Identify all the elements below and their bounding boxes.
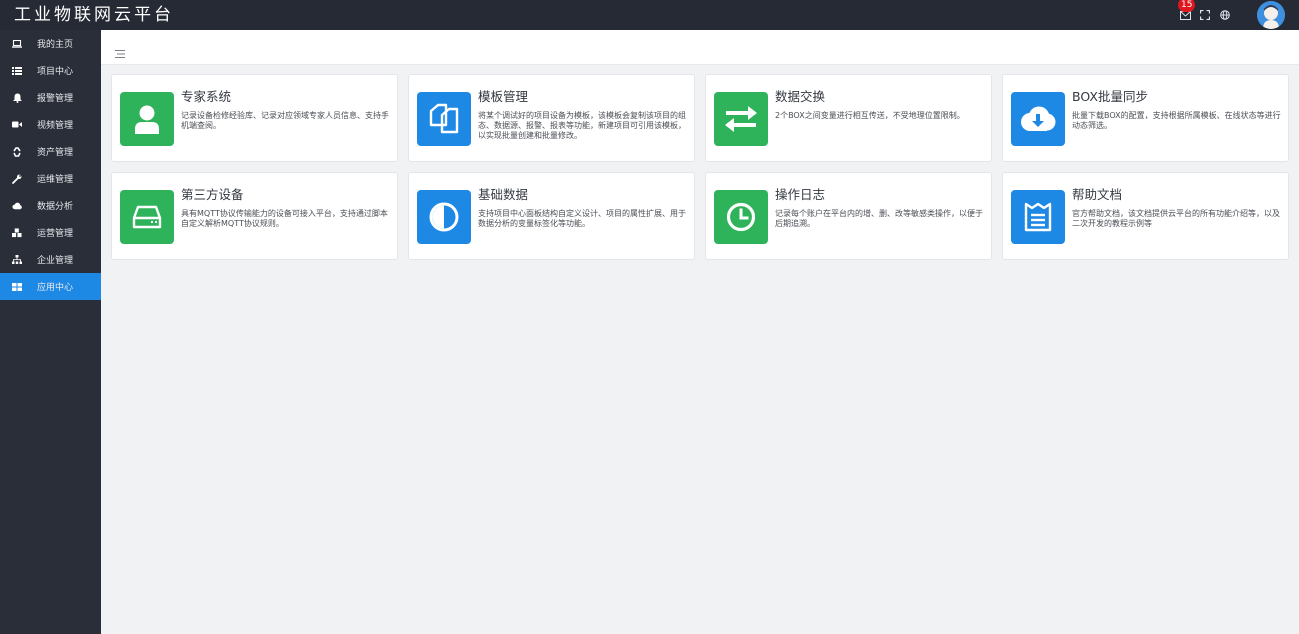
sidebar-item-app-center[interactable]: 应用中心 [0,273,101,300]
exchange-icon [714,92,768,146]
globe-icon[interactable] [1217,7,1233,23]
sidebar-item-video[interactable]: 视频管理 [0,111,101,138]
app-description: 记录每个账户在平台内的增、删、改等敏感类操作，以便于后期追溯。 [775,209,983,228]
app-title: 帮助文档 [1072,187,1123,202]
app-card-help-docs[interactable]: 帮助文档 官方帮助文档，该文档提供云平台的所有功能介绍等，以及二次开发的教程示例… [1002,172,1289,260]
fullscreen-icon[interactable] [1197,7,1213,23]
app-card-expert-system[interactable]: 专家系统 记录设备检修经验库、记录对应领域专家人员信息、支持手机端查阅。 [111,74,398,162]
app-title: BOX批量同步 [1072,89,1148,104]
cloud-download-icon [1011,92,1065,146]
copy-icon [417,92,471,146]
app-card-third-party-device[interactable]: 第三方设备 具有MQTT协议传输能力的设备可接入平台，支持通过脚本自定义解析MQ… [111,172,398,260]
sidebar-item-analytics[interactable]: 数据分析 [0,192,101,219]
content-toolbar [101,30,1299,65]
sidebar-item-alarms[interactable]: 报警管理 [0,84,101,111]
header-actions: 15 [1173,0,1285,30]
menu-toggle-icon[interactable] [115,43,125,58]
user-icon [120,92,174,146]
video-camera-icon [12,120,22,130]
sidebar-item-home[interactable]: 我的主页 [0,30,101,57]
list-icon [12,66,22,76]
app-card-base-data[interactable]: 基础数据 支持项目中心面板结构自定义设计、项目的属性扩展、用于数据分析的变量标签… [408,172,695,260]
app-title: 操作日志 [775,187,826,202]
app-title: 基础数据 [478,187,529,202]
app-card-template-management[interactable]: 模板管理 将某个调试好的项目设备为模板，该模板会复制该项目的组态、数据源、报警、… [408,74,695,162]
sitemap-icon [12,255,22,265]
sidebar-item-label: 运营管理 [37,229,74,239]
app-description: 记录设备检修经验库、记录对应领域专家人员信息、支持手机端查阅。 [181,111,389,130]
sidebar: 我的主页 项目中心 报警管理 视频管理 资产管理 运维管理 数据分析 运营管理 … [0,30,101,634]
app-title: 专家系统 [181,89,232,104]
newspaper-icon [1011,190,1065,244]
sidebar-item-label: 视频管理 [37,121,74,131]
sidebar-item-label: 应用中心 [37,283,74,293]
app-card-data-exchange[interactable]: 数据交换 2个BOX之间变量进行相互传送，不受地理位置限制。 [705,74,992,162]
app-description: 将某个调试好的项目设备为模板，该模板会复制该项目的组态、数据源、报警、报表等功能… [478,111,686,140]
app-title: 工业物联网云平台 [14,5,174,25]
app-description: 批量下载BOX的配置，支持根据所属模板、在线状态等进行动态筛选。 [1072,111,1281,130]
top-navbar: 工业物联网云平台 15 [0,0,1299,30]
app-card-operation-log[interactable]: 操作日志 记录每个账户在平台内的增、删、改等敏感类操作，以便于后期追溯。 [705,172,992,260]
mail-icon[interactable]: 15 [1177,0,1196,23]
app-description: 具有MQTT协议传输能力的设备可接入平台，支持通过脚本自定义解析MQTT协议规则… [181,209,388,228]
sidebar-item-label: 资产管理 [37,148,74,158]
app-description: 2个BOX之间变量进行相互传送，不受地理位置限制。 [775,111,965,120]
sidebar-item-label: 企业管理 [37,256,74,266]
sidebar-item-projects[interactable]: 项目中心 [0,57,101,84]
grid-icon [12,282,22,292]
hdd-icon [120,190,174,244]
sidebar-item-operations[interactable]: 运营管理 [0,219,101,246]
contrast-icon [417,190,471,244]
recycle-icon [12,146,22,157]
sidebar-item-label: 数据分析 [37,202,74,212]
bell-icon [12,93,22,103]
app-description: 支持项目中心面板结构自定义设计、项目的属性扩展、用于数据分析的变量标签化等功能。 [478,209,686,228]
sidebar-item-maintenance[interactable]: 运维管理 [0,165,101,192]
sidebar-item-label: 我的主页 [37,40,74,50]
sidebar-item-label: 运维管理 [37,175,74,185]
cubes-icon [12,227,22,238]
cloud-icon [12,201,22,211]
laptop-icon [12,39,22,49]
app-title: 第三方设备 [181,187,244,202]
sidebar-item-label: 项目中心 [37,67,74,77]
app-card-box-batch-sync[interactable]: BOX批量同步 批量下载BOX的配置，支持根据所属模板、在线状态等进行动态筛选。 [1002,74,1289,162]
clock-icon [714,190,768,244]
app-description: 官方帮助文档，该文档提供云平台的所有功能介绍等，以及二次开发的教程示例等 [1072,209,1280,228]
sidebar-item-assets[interactable]: 资产管理 [0,138,101,165]
wrench-icon [12,174,22,184]
user-avatar[interactable] [1257,1,1285,29]
app-title: 数据交换 [775,89,826,104]
sidebar-item-enterprise[interactable]: 企业管理 [0,246,101,273]
sidebar-item-label: 报警管理 [37,94,74,104]
app-title: 模板管理 [478,89,529,104]
notification-badge: 15 [1178,0,1196,12]
